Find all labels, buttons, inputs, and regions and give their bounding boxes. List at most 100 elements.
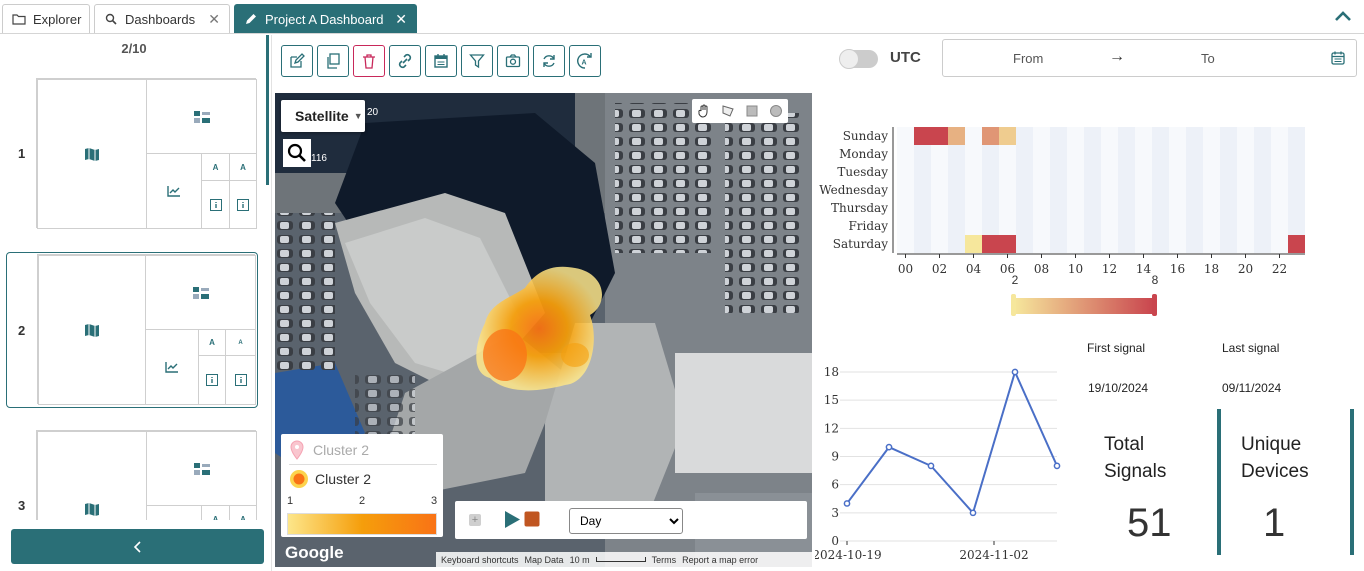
legend-item[interactable]: Cluster 2 bbox=[289, 440, 369, 460]
row-label: Tuesday bbox=[837, 165, 888, 179]
heatmap-cell bbox=[931, 127, 948, 145]
link-icon bbox=[398, 53, 412, 69]
calendar-icon[interactable] bbox=[1330, 50, 1346, 66]
date-range-picker[interactable]: From → To bbox=[942, 39, 1357, 77]
tab-project-a-dashboard[interactable]: Project A Dashboard ✕ bbox=[234, 4, 417, 33]
dashboard-pages-sidebar: 2/10 1 A A 2 A A 3 A A bbox=[0, 35, 268, 571]
page-thumbnail[interactable]: 3 A A bbox=[0, 430, 262, 520]
heatmap-cell bbox=[914, 127, 931, 145]
polygon-icon[interactable] bbox=[716, 99, 740, 123]
utc-toggle[interactable] bbox=[839, 49, 878, 69]
map-label: 116 bbox=[311, 153, 327, 164]
edit-button[interactable] bbox=[281, 45, 313, 77]
heatmap-bg-cell bbox=[1084, 127, 1101, 145]
legend-item[interactable]: Cluster 2 bbox=[289, 469, 371, 489]
heatmap-bg-cell bbox=[1067, 163, 1084, 181]
to-date-input[interactable]: To bbox=[1201, 51, 1215, 66]
heatmap-bg-cell bbox=[1152, 145, 1169, 163]
heatmap-bg-cell bbox=[1135, 235, 1152, 253]
heatmap-bg-cell bbox=[1050, 181, 1067, 199]
heatmap-bg-cell bbox=[1237, 217, 1254, 235]
color-scale-max-handle[interactable] bbox=[1152, 294, 1157, 316]
data-point bbox=[1053, 462, 1061, 470]
heatmap-bg-cell bbox=[999, 217, 1016, 235]
heatmap-icon bbox=[290, 470, 308, 488]
heatmap-bg-cell bbox=[1050, 217, 1067, 235]
heatmap-bg-cell bbox=[1067, 181, 1084, 199]
heatmap-bg-cell bbox=[1033, 163, 1050, 181]
heatmap-bg-cell bbox=[1254, 217, 1271, 235]
filter-button[interactable] bbox=[461, 45, 493, 77]
map-type-dropdown[interactable]: Satellite ▼ bbox=[281, 100, 365, 132]
heatmap-bg-cell bbox=[1016, 199, 1033, 217]
report-error-link[interactable]: Report a map error bbox=[682, 555, 758, 565]
tab-dashboards[interactable]: Dashboards ✕ bbox=[94, 4, 230, 33]
circle-icon[interactable] bbox=[764, 99, 788, 123]
google-logo: Google bbox=[285, 543, 344, 562]
heatmap-bg-cell bbox=[1033, 235, 1050, 253]
heatmap-bg-cell bbox=[897, 127, 914, 145]
heatmap-bg-cell bbox=[1186, 217, 1203, 235]
svg-text:A: A bbox=[582, 60, 587, 67]
heatmap-bg-cell bbox=[1203, 181, 1220, 199]
heatmap-bg-cell bbox=[1220, 217, 1237, 235]
keyboard-shortcuts-link[interactable]: Keyboard shortcuts bbox=[441, 555, 519, 565]
heat-scale-bar bbox=[287, 513, 437, 535]
heatmap-bg-cell bbox=[897, 145, 914, 163]
row-label: Monday bbox=[839, 147, 888, 161]
duplicate-button[interactable] bbox=[317, 45, 349, 77]
collapse-button[interactable] bbox=[1332, 6, 1354, 26]
heatmap-bg-cell bbox=[1101, 163, 1118, 181]
heatmap-bg-cell bbox=[1220, 199, 1237, 217]
map-data-link[interactable]: Map Data bbox=[525, 555, 564, 565]
x-tick-label: 18 bbox=[1204, 262, 1219, 276]
close-icon[interactable]: ✕ bbox=[395, 11, 407, 28]
pencil-icon bbox=[243, 12, 259, 26]
heatmap-bg-cell bbox=[1050, 163, 1067, 181]
legend-tick: 3 bbox=[431, 495, 438, 507]
calendar-button[interactable] bbox=[425, 45, 457, 77]
link-button[interactable] bbox=[389, 45, 421, 77]
draw-tools bbox=[692, 99, 788, 123]
map-search-button[interactable] bbox=[283, 139, 311, 167]
heatmap-bg-cell bbox=[1152, 127, 1169, 145]
chart-icon bbox=[145, 329, 199, 405]
scale-label: 10 m bbox=[569, 554, 590, 565]
from-date-input[interactable]: From bbox=[1013, 51, 1043, 66]
collapse-sidebar-button[interactable] bbox=[11, 529, 264, 564]
play-icon[interactable] bbox=[504, 510, 521, 529]
heatmap-bg-cell bbox=[1186, 163, 1203, 181]
sidebar-scrollbar[interactable] bbox=[266, 35, 269, 185]
auto-refresh-button[interactable]: A bbox=[569, 45, 601, 77]
heatmap-cell bbox=[999, 235, 1016, 253]
widget-icon bbox=[146, 79, 257, 154]
close-icon[interactable]: ✕ bbox=[208, 11, 220, 28]
stop-icon[interactable] bbox=[524, 511, 540, 527]
screenshot-button[interactable] bbox=[497, 45, 529, 77]
heatmap-bg-cell bbox=[1169, 127, 1186, 145]
heatmap-bg-cell bbox=[1271, 181, 1288, 199]
unique-devices-value: 1 bbox=[1263, 501, 1286, 545]
hand-icon[interactable] bbox=[692, 99, 716, 123]
heatmap-bg-cell bbox=[1288, 199, 1305, 217]
delete-button[interactable] bbox=[353, 45, 385, 77]
info-icon bbox=[198, 355, 226, 405]
refresh-button[interactable] bbox=[533, 45, 565, 77]
terms-link[interactable]: Terms bbox=[652, 555, 677, 565]
heatmap-bg-cell bbox=[1152, 163, 1169, 181]
add-icon[interactable]: + bbox=[469, 514, 481, 526]
period-select[interactable]: Day Week Month bbox=[569, 508, 683, 534]
rectangle-icon[interactable] bbox=[740, 99, 764, 123]
heatmap-bg-cell bbox=[1135, 199, 1152, 217]
satellite-map[interactable]: 20 116 Satellite ▼ Cluster 2 Cluster 2 1 … bbox=[275, 93, 812, 567]
heatmap-bg-cell bbox=[1203, 235, 1220, 253]
x-tick-label: 04 bbox=[966, 262, 982, 276]
page-thumbnail[interactable]: 2 A A bbox=[0, 254, 262, 406]
legend-label: Cluster 2 bbox=[315, 471, 372, 487]
heatmap-bg-cell bbox=[948, 181, 965, 199]
tab-explorer[interactable]: Explorer bbox=[2, 4, 90, 33]
color-scale-min-handle[interactable] bbox=[1011, 294, 1016, 316]
heatmap-bg-cell bbox=[1016, 181, 1033, 199]
page-thumbnail[interactable]: 1 A A bbox=[0, 78, 262, 229]
heatmap-bg-cell bbox=[1033, 145, 1050, 163]
